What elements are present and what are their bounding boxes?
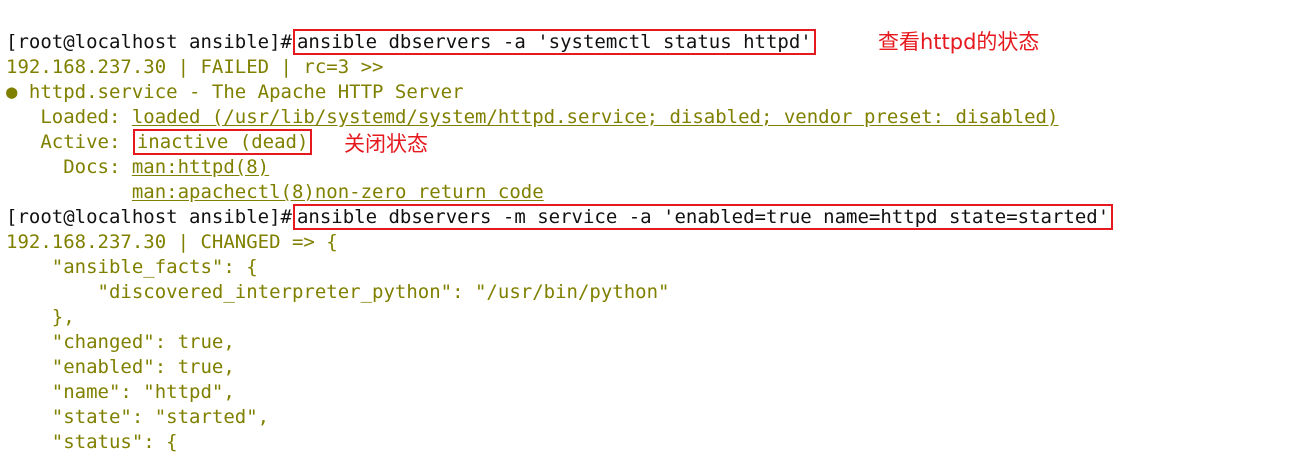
json-output-line: "enabled": true,: [6, 356, 235, 378]
loaded-line: Loaded: loaded (/usr/lib/systemd/system/…: [6, 105, 1058, 130]
command-line-1: [root@localhost ansible]# ansible dbserve…: [6, 29, 816, 55]
command-line-2: [root@localhost ansible]# ansible dbserve…: [6, 204, 1114, 230]
docs-value-2: man:apachectl(8)non-zero return code: [131, 181, 544, 203]
docs-line: Docs: man:httpd(8): [6, 155, 269, 180]
active-status-value: inactive (dead): [132, 129, 313, 155]
json-output-line: 192.168.237.30 | CHANGED => {: [6, 231, 338, 253]
docs-label: Docs:: [6, 156, 132, 178]
json-output-line: "ansible_facts": {: [6, 256, 258, 278]
annotation-check-status: 查看httpd的状态: [878, 30, 1040, 54]
json-output-line: "discovered_interpreter_python": "/usr/b…: [6, 281, 670, 303]
highlighted-command: ansible dbservers -a 'systemctl status h…: [292, 29, 816, 55]
docs-value: man:httpd(8): [131, 156, 270, 178]
active-label: Active:: [6, 131, 132, 153]
loaded-value: loaded (/usr/lib/systemd/system/httpd.se…: [131, 106, 1059, 128]
annotation-closed-state: 关闭状态: [344, 132, 428, 156]
shell-prompt: [root@localhost ansible]#: [6, 31, 292, 53]
shell-prompt: [root@localhost ansible]#: [6, 206, 292, 228]
docs-indent: [6, 181, 132, 203]
json-output-line: "status": {: [6, 431, 178, 453]
terminal-window[interactable]: [root@localhost ansible]# ansible dbserve…: [0, 0, 1295, 459]
service-title-line: ● httpd.service - The Apache HTTP Server: [6, 81, 464, 103]
json-output-line: "state": "started",: [6, 406, 270, 428]
active-line: Active: inactive (dead): [6, 129, 313, 155]
output-failed-line: 192.168.237.30 | FAILED | rc=3 >>: [6, 56, 384, 78]
json-output-line: "changed": true,: [6, 331, 235, 353]
docs-line-2: man:apachectl(8)non-zero return code: [6, 180, 544, 205]
json-output-line: "name": "httpd",: [6, 381, 235, 403]
json-output-line: },: [6, 306, 75, 328]
loaded-label: Loaded:: [6, 106, 132, 128]
highlighted-command: ansible dbservers -m service -a 'enabled…: [292, 204, 1114, 230]
